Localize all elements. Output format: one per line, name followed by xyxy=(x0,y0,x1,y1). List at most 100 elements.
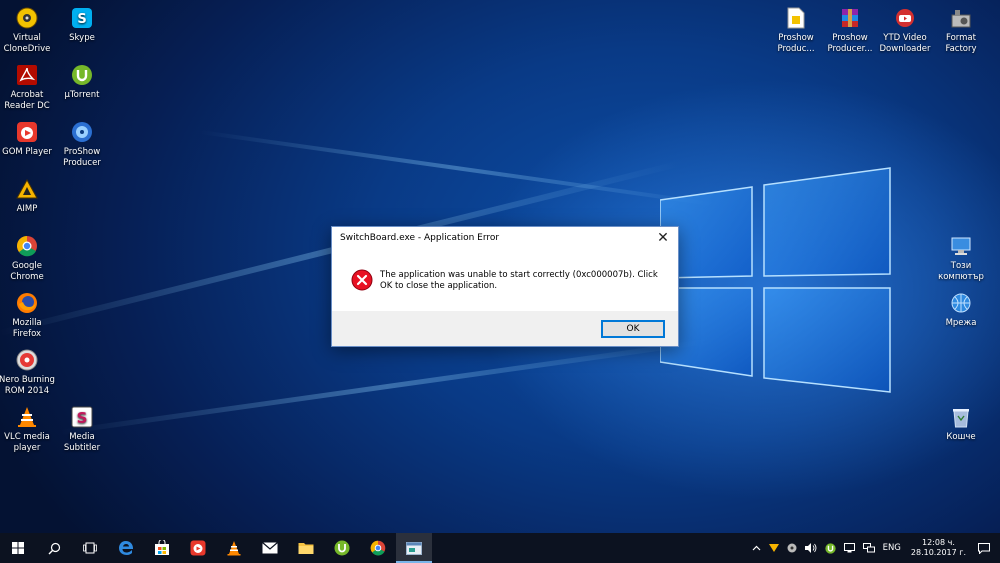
desktop-icon-label: Skype xyxy=(69,33,95,43)
desktop-icon-recycle-bin[interactable]: Кошче xyxy=(932,405,990,443)
mail-icon xyxy=(262,542,278,554)
taskbar-mail[interactable] xyxy=(252,533,288,563)
dialog-message: The application was unable to start corr… xyxy=(380,270,658,291)
search-icon xyxy=(48,542,60,554)
search-button[interactable] xyxy=(36,533,72,563)
task-view-button[interactable] xyxy=(72,533,108,563)
desktop-icon-this-pc[interactable]: Този компютър xyxy=(932,234,990,282)
system-tray: ENG 12:08 ч. 28.10.2017 г. xyxy=(748,533,1000,563)
virtual-clonedrive-icon xyxy=(15,6,39,30)
desktop-icon-vlc[interactable]: VLC media player xyxy=(0,405,56,453)
desktop-icon-label: Media Subtitler xyxy=(63,432,101,453)
tray-network[interactable] xyxy=(862,543,875,553)
vlc-icon xyxy=(227,541,241,556)
taskbar-vlc[interactable] xyxy=(216,533,252,563)
desktop-icon-label: VLC media player xyxy=(4,432,50,453)
application-window-icon xyxy=(406,541,422,555)
gom-player-icon xyxy=(190,540,206,556)
desktop-icon-label: GOM Player xyxy=(2,147,52,157)
ok-button[interactable]: OK xyxy=(601,320,665,338)
desktop-icon-label: µTorrent xyxy=(64,90,100,100)
desktop-icon-virtual-clonedrive[interactable]: Virtual CloneDrive xyxy=(0,6,56,54)
desktop-icon-label: Virtual CloneDrive xyxy=(3,33,51,54)
windows-start-icon xyxy=(12,542,24,554)
desktop-icon-label: Google Chrome xyxy=(10,261,44,282)
proshow-producer-icon xyxy=(70,120,94,144)
chrome-icon xyxy=(15,234,39,258)
clock-date: 28.10.2017 г. xyxy=(910,548,966,557)
light-beam xyxy=(199,130,716,207)
utorrent-icon xyxy=(334,540,350,556)
taskbar-chrome[interactable] xyxy=(360,533,396,563)
start-button[interactable] xyxy=(0,533,36,563)
desktop-icon-label: ProShow Producer xyxy=(63,147,101,168)
vlc-icon xyxy=(15,405,39,429)
desktop-icon-network[interactable]: Мрежа xyxy=(932,291,990,329)
desktop: Virtual CloneDrive S Skype Acrobat Reade… xyxy=(0,0,1000,533)
speaker-icon xyxy=(804,543,817,553)
dialog-footer: OK xyxy=(332,311,678,346)
desktop-icon-utorrent[interactable]: µTorrent xyxy=(53,63,111,101)
desktop-icon-ytd-downloader[interactable]: YTD Video Downloader xyxy=(876,6,934,54)
tray-utorrent[interactable] xyxy=(824,542,836,554)
lightning-icon xyxy=(768,544,779,552)
taskbar: ENG 12:08 ч. 28.10.2017 г. xyxy=(0,533,1000,563)
format-factory-icon xyxy=(949,6,973,30)
show-hidden-icons-button[interactable] xyxy=(752,545,761,551)
taskbar-gom-player[interactable] xyxy=(180,533,216,563)
edge-icon xyxy=(119,541,134,555)
action-center-button[interactable] xyxy=(978,542,990,554)
taskbar-switchboard-window[interactable] xyxy=(396,533,432,563)
tray-volume[interactable] xyxy=(804,543,817,553)
desktop-icon-aimp[interactable]: AIMP xyxy=(0,177,56,215)
error-dialog: SwitchBoard.exe - Application Error ✕ Th… xyxy=(331,226,679,347)
taskbar-store[interactable] xyxy=(144,533,180,563)
winrar-archive-icon xyxy=(838,6,862,30)
dialog-title: SwitchBoard.exe - Application Error xyxy=(340,233,500,243)
desktop-icon-format-factory[interactable]: Format Factory xyxy=(932,6,990,54)
desktop-icon-gom-player[interactable]: GOM Player xyxy=(0,120,56,158)
monitor-icon xyxy=(843,543,855,553)
computer-icon xyxy=(949,234,973,258)
acrobat-icon xyxy=(15,63,39,87)
tray-virtual-clonedrive[interactable] xyxy=(787,543,797,553)
nero-icon xyxy=(15,348,39,372)
desktop-icon-nero[interactable]: Nero Burning ROM 2014 xyxy=(0,348,56,396)
tray-display[interactable] xyxy=(843,543,855,553)
utorrent-icon xyxy=(824,542,836,554)
tray-winamp[interactable] xyxy=(768,543,779,553)
chevron-up-icon xyxy=(752,545,761,551)
desktop-icon-proshow-producer[interactable]: ProShow Producer xyxy=(53,120,111,168)
task-view-icon xyxy=(83,542,97,554)
desktop-icon-media-subtitler[interactable]: S Media Subtitler xyxy=(53,405,111,453)
utorrent-icon xyxy=(70,63,94,87)
notification-icon xyxy=(978,542,990,554)
folder-icon xyxy=(298,543,314,554)
close-button[interactable]: ✕ xyxy=(648,227,678,249)
taskbar-utorrent[interactable] xyxy=(324,533,360,563)
gom-player-icon xyxy=(15,120,39,144)
chrome-icon xyxy=(370,540,386,556)
desktop-icon-proshow-producer-1[interactable]: Proshow Produc... xyxy=(767,6,825,54)
desktop-icon-label: Nero Burning ROM 2014 xyxy=(0,375,55,396)
disc-drive-icon xyxy=(787,543,797,553)
input-language-button[interactable]: ENG xyxy=(883,543,901,553)
media-subtitler-icon: S xyxy=(70,405,94,429)
clock-button[interactable]: 12:08 ч. 28.10.2017 г. xyxy=(911,538,966,558)
desktop-icon-label: Mozilla Firefox xyxy=(12,318,42,339)
desktop-icon-label: Format Factory xyxy=(945,33,977,54)
desktop-icon-label: Proshow Produc... xyxy=(777,33,815,54)
svg-text:S: S xyxy=(77,409,88,427)
ytd-downloader-icon xyxy=(893,6,917,30)
taskbar-file-explorer[interactable] xyxy=(288,533,324,563)
desktop-icon-label: Proshow Producer... xyxy=(827,33,873,54)
aimp-icon xyxy=(15,177,39,201)
desktop-icon-label: AIMP xyxy=(16,204,38,214)
desktop-icon-mozilla-firefox[interactable]: Mozilla Firefox xyxy=(0,291,56,339)
desktop-icon-proshow-producer-2[interactable]: Proshow Producer... xyxy=(821,6,879,54)
desktop-icon-skype[interactable]: S Skype xyxy=(53,6,111,44)
desktop-icon-label: Мрежа xyxy=(945,318,977,328)
desktop-icon-acrobat[interactable]: Acrobat Reader DC xyxy=(0,63,56,111)
desktop-icon-google-chrome[interactable]: Google Chrome xyxy=(0,234,56,282)
taskbar-edge[interactable] xyxy=(108,533,144,563)
